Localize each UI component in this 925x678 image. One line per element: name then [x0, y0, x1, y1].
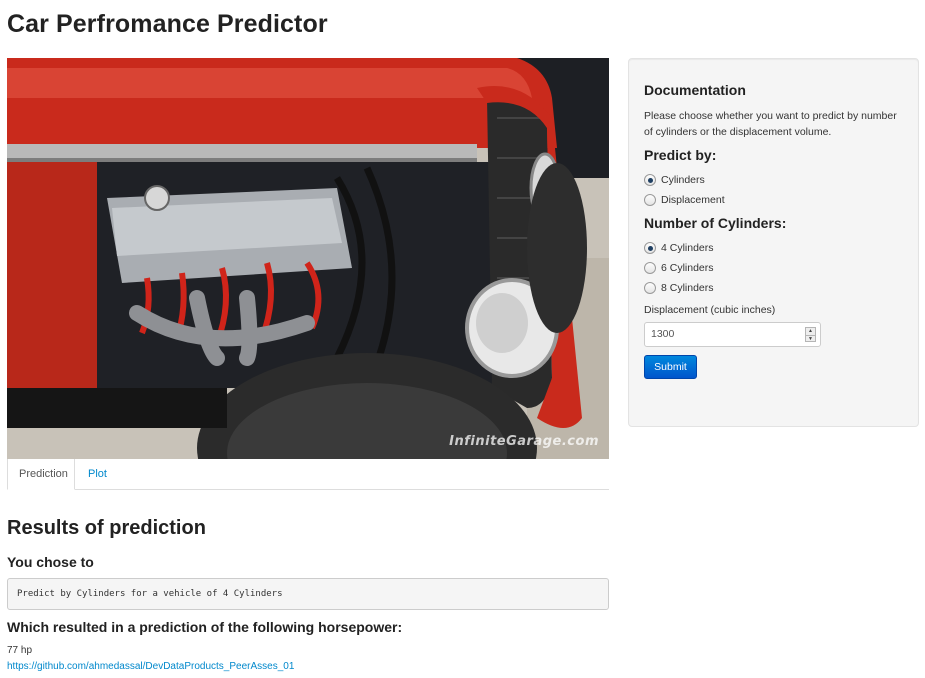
- results-title: Results of prediction: [7, 517, 206, 539]
- radio-label: 6 Cylinders: [661, 262, 714, 274]
- spinner-up-icon[interactable]: ▲: [806, 328, 815, 335]
- radio-unchecked-icon[interactable]: [644, 282, 656, 294]
- spinner-down-icon[interactable]: ▼: [806, 335, 815, 342]
- horsepower-value: 77 hp: [7, 645, 33, 656]
- radio-cylinders-8[interactable]: 8 Cylinders: [644, 280, 714, 296]
- radio-label: Cylinders: [661, 174, 705, 186]
- radio-unchecked-icon[interactable]: [644, 262, 656, 274]
- documentation-title: Documentation: [644, 82, 746, 98]
- output-tabs: Prediction Plot: [7, 459, 609, 490]
- tab-prediction[interactable]: Prediction: [7, 459, 75, 490]
- github-link[interactable]: https://github.com/ahmedassal/DevDataPro…: [7, 661, 294, 672]
- page-title: Car Perfromance Predictor: [7, 10, 328, 38]
- radio-checked-icon[interactable]: [644, 174, 656, 186]
- choice-heading: You chose to: [7, 554, 94, 570]
- displacement-value: 1300: [651, 328, 675, 340]
- radio-label: 8 Cylinders: [661, 282, 714, 294]
- horsepower-heading: Which resulted in a prediction of the fo…: [7, 619, 403, 635]
- radio-predict-displacement[interactable]: Displacement: [644, 192, 725, 208]
- cylinders-label: Number of Cylinders:: [644, 215, 787, 231]
- radio-cylinders-4[interactable]: 4 Cylinders: [644, 240, 714, 256]
- predict-by-label: Predict by:: [644, 147, 717, 163]
- submit-button[interactable]: Submit: [644, 355, 697, 379]
- image-watermark: InfiniteGarage.com: [449, 434, 599, 449]
- radio-label: 4 Cylinders: [661, 242, 714, 254]
- number-spinner[interactable]: ▲ ▼: [805, 327, 816, 342]
- choice-output: Predict by Cylinders for a vehicle of 4 …: [7, 578, 609, 610]
- radio-cylinders-6[interactable]: 6 Cylinders: [644, 260, 714, 276]
- documentation-text: Please choose whether you want to predic…: [644, 110, 897, 138]
- car-engine-image: InfiniteGarage.com: [7, 58, 609, 459]
- tab-plot[interactable]: Plot: [77, 459, 118, 490]
- sidebar-panel: Documentation Please choose whether you …: [628, 58, 919, 427]
- displacement-label: Displacement (cubic inches): [644, 304, 776, 316]
- radio-predict-cylinders[interactable]: Cylinders: [644, 172, 705, 188]
- radio-label: Displacement: [661, 194, 725, 206]
- radio-unchecked-icon[interactable]: [644, 194, 656, 206]
- displacement-input[interactable]: 1300 ▲ ▼: [644, 322, 821, 347]
- radio-checked-icon[interactable]: [644, 242, 656, 254]
- car-engine-illustration: [7, 58, 609, 459]
